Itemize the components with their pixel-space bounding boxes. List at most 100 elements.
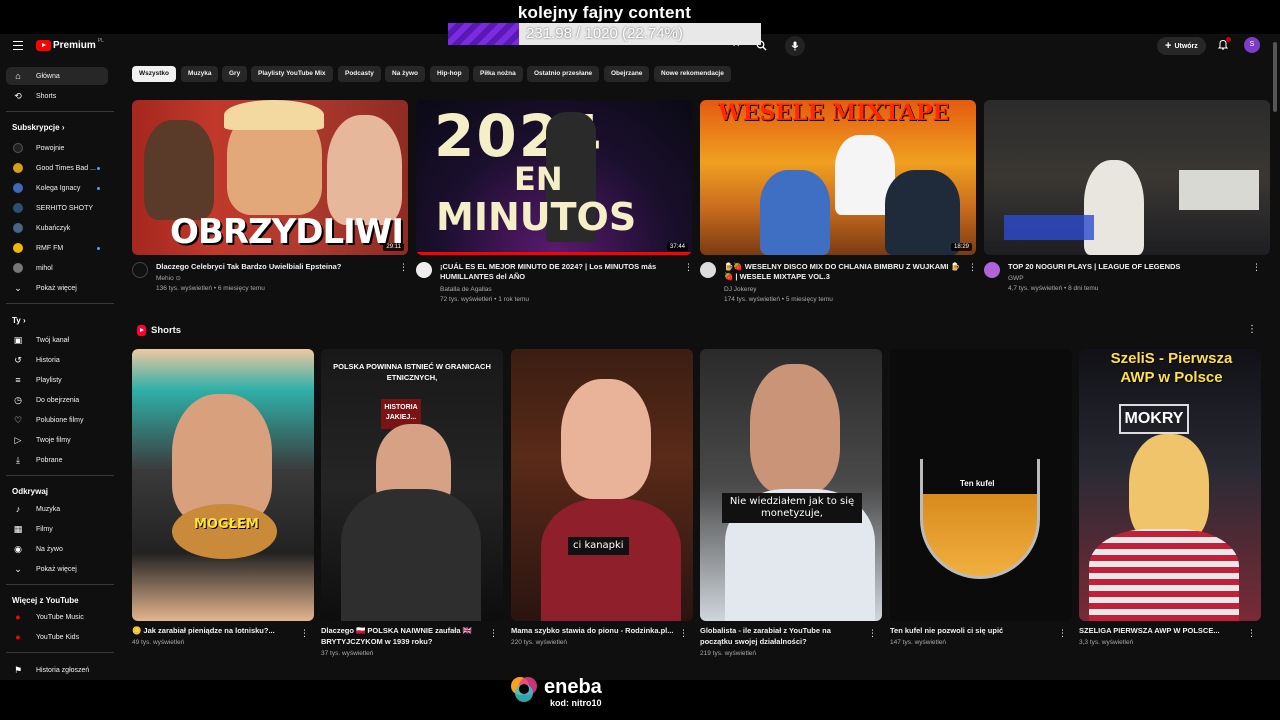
short-thumbnail[interactable]: ci kanapki — [511, 349, 693, 621]
channel-avatar[interactable] — [132, 262, 148, 278]
chip[interactable]: Na żywo — [385, 66, 426, 82]
subscriptions-label: Subskrypcje — [12, 123, 60, 132]
channel-avatar[interactable] — [416, 262, 432, 278]
more-options-icon[interactable]: ⋮ — [1252, 262, 1261, 273]
channel-avatar[interactable] — [984, 262, 1000, 278]
sidebar-sub-item[interactable]: mihol — [6, 259, 108, 277]
video-meta: 72 tys. wyświetleń • 1 rok temu — [440, 296, 529, 303]
youtube-logo[interactable]: Premium PL — [36, 38, 104, 51]
sidebar-item-report-history[interactable]: ⚑ Historia zgłoszeń — [6, 661, 108, 679]
sidebar-item-music[interactable]: ♪ Muzyka — [6, 500, 108, 518]
short-title[interactable]: Dlaczego 🇵🇱 POLSKA NAIWNIE zaufała 🇬🇧 BR… — [321, 625, 486, 647]
short-thumbnail[interactable]: SzeliS - Pierwsza AWP w Polsce MOKRY — [1079, 349, 1261, 621]
more-options-icon[interactable]: ⋮ — [1247, 324, 1257, 335]
chip[interactable]: Playlisty YouTube Mix — [251, 66, 333, 82]
sidebar-item-films[interactable]: ▦ Filmy — [6, 520, 108, 538]
sidebar-sub-item[interactable]: RMF FM — [6, 239, 108, 257]
more-options-icon[interactable]: ⋮ — [399, 262, 408, 273]
sidebar-item-watch-later[interactable]: ◷ Do obejrzenia — [6, 391, 108, 409]
more-options-icon[interactable]: ⋮ — [679, 628, 688, 639]
sidebar-item-home[interactable]: ⌂ Główna — [6, 67, 108, 85]
watch-later-icon: ◷ — [14, 394, 22, 405]
mic-icon[interactable] — [785, 36, 805, 56]
chip[interactable]: Muzyka — [181, 66, 219, 82]
short-title[interactable]: Ten kufel nie pozwoli ci się upić — [890, 625, 1055, 636]
chip[interactable]: Gry — [222, 66, 248, 82]
scrollbar[interactable] — [1273, 42, 1277, 112]
channel-name[interactable]: Mehio ⊙ — [156, 274, 181, 283]
video-title[interactable]: Dlaczego Celebryci Tak Bardzo Uwielbiali… — [156, 262, 392, 272]
you-header[interactable]: Ty › — [12, 316, 26, 325]
sidebar-item-label: mihol — [36, 264, 53, 272]
sidebar-item-history[interactable]: ↺ Historia — [6, 351, 108, 369]
channel-avatar — [13, 143, 23, 153]
chip-all[interactable]: Wszystko — [132, 66, 176, 82]
chip[interactable]: Piłka nożna — [473, 66, 523, 82]
sidebar-item-label: Do obejrzenia — [36, 396, 80, 404]
short-views: 220 tys. wyświetleń — [511, 639, 567, 646]
short-thumbnail[interactable]: Nie wiedziałem jak to się monetyzuje, — [700, 349, 882, 621]
sidebar-sub-item[interactable]: Kubańczyk — [6, 219, 108, 237]
youtube-play-icon — [36, 40, 51, 51]
sidebar-item-label: YouTube Music — [36, 613, 84, 621]
channel-name[interactable]: Batalla de Agallas — [440, 285, 492, 294]
sidebar-sub-item[interactable]: Kolega Ignacy — [6, 179, 108, 197]
chip[interactable]: Ostatnio przesłane — [527, 66, 600, 82]
sidebar-item-liked[interactable]: ♡ Polubione filmy — [6, 411, 108, 429]
video-thumbnail[interactable]: WESELE MIXTAPE 18:29 — [700, 100, 976, 255]
avatar[interactable]: S — [1244, 37, 1260, 53]
more-options-icon[interactable]: ⋮ — [489, 628, 498, 639]
sidebar-sub-item[interactable]: SERHITO SHOTY — [6, 199, 108, 217]
more-options-icon[interactable]: ⋮ — [300, 628, 309, 639]
sidebar-item-your-channel[interactable]: ▣ Twój kanał — [6, 331, 108, 349]
chip[interactable]: Nowe rekomendacje — [654, 66, 731, 82]
short-views: 147 tys. wyświetleń — [890, 639, 946, 646]
your-videos-icon: ▷ — [14, 434, 22, 445]
chevron-right-icon: › — [22, 316, 26, 325]
short-title[interactable]: Globalista - ile zarabiał z YouTube na p… — [700, 625, 865, 647]
channel-avatar[interactable] — [700, 262, 716, 278]
sidebar-item-youtube-music[interactable]: ● YouTube Music — [6, 608, 108, 626]
short-thumbnail[interactable]: Ten kufel — [890, 349, 1072, 621]
subscriptions-header[interactable]: Subskrypcje › — [12, 123, 64, 132]
show-more-explore[interactable]: ⌄ Pokaż więcej — [6, 560, 108, 578]
new-content-dot — [97, 247, 100, 250]
sidebar-item-playlists[interactable]: ≡ Playlisty — [6, 371, 108, 389]
chip[interactable]: Obejrzane — [604, 66, 650, 82]
channel-avatar — [13, 223, 23, 233]
more-options-icon[interactable]: ⋮ — [1247, 628, 1256, 639]
video-title[interactable]: 🍺🍓 WESELNY DISCO MIX DO CHLANIA BIMBRU Z… — [724, 262, 960, 282]
sidebar-item-downloads[interactable]: ⤓ Pobrane — [6, 451, 108, 469]
history-icon: ↺ — [14, 354, 22, 365]
short-thumbnail[interactable]: MOGŁEM — [132, 349, 314, 621]
create-button[interactable]: + Utwórz — [1157, 37, 1206, 55]
show-more-subscriptions[interactable]: ⌄ Pokaż więcej — [6, 279, 108, 297]
more-options-icon[interactable]: ⋮ — [1058, 628, 1067, 639]
sidebar-item-shorts[interactable]: ⟲ Shorts — [6, 87, 108, 105]
more-options-icon[interactable]: ⋮ — [968, 262, 977, 273]
more-options-icon[interactable]: ⋮ — [868, 628, 877, 639]
sidebar-sub-item[interactable]: Good Times Bad ... — [6, 159, 108, 177]
sidebar-item-youtube-kids[interactable]: ● YouTube Kids — [6, 628, 108, 646]
sidebar-item-your-videos[interactable]: ▷ Twoje filmy — [6, 431, 108, 449]
more-options-icon[interactable]: ⋮ — [684, 262, 693, 273]
sidebar-item-live[interactable]: ◉ Na żywo — [6, 540, 108, 558]
short-title[interactable]: 🪙 Jak zarabiał pieniądze na lotnisku?... — [132, 625, 297, 636]
short-thumbnail[interactable]: POLSKA POWINNA ISTNIEĆ W GRANICACH ETNIC… — [321, 349, 503, 621]
chip[interactable]: Hip-hop — [430, 66, 469, 82]
video-thumbnail[interactable] — [984, 100, 1270, 255]
video-title[interactable]: TOP 20 NOGURI PLAYS | LEAGUE OF LEGENDS — [1008, 262, 1244, 272]
video-thumbnail[interactable]: OBRZYDLIWI 29:11 — [132, 100, 408, 255]
sidebar-item-label: Filmy — [36, 525, 53, 533]
channel-name[interactable]: DJ Jokerey — [724, 285, 757, 294]
channel-name[interactable]: GWP — [1008, 274, 1024, 283]
sidebar-sub-item[interactable]: Powojnie — [6, 139, 108, 157]
video-title[interactable]: ¡CUÁL ES EL MEJOR MINUTO DE 2024? | Los … — [440, 262, 676, 282]
sidebar-item-label: Pobrane — [36, 456, 63, 464]
video-meta: 136 tys. wyświetleń • 6 miesięcy temu — [156, 285, 265, 292]
short-title[interactable]: Mama szybko stawia do pionu - Rodzinka.p… — [511, 625, 676, 636]
short-title[interactable]: SZELIGA PIERWSZA AWP W POLSCE... — [1079, 625, 1244, 636]
chip[interactable]: Podcasty — [338, 66, 381, 82]
video-thumbnail[interactable]: 2024 EN MINUTOS 37:44 — [416, 100, 692, 255]
menu-icon[interactable] — [13, 41, 23, 50]
